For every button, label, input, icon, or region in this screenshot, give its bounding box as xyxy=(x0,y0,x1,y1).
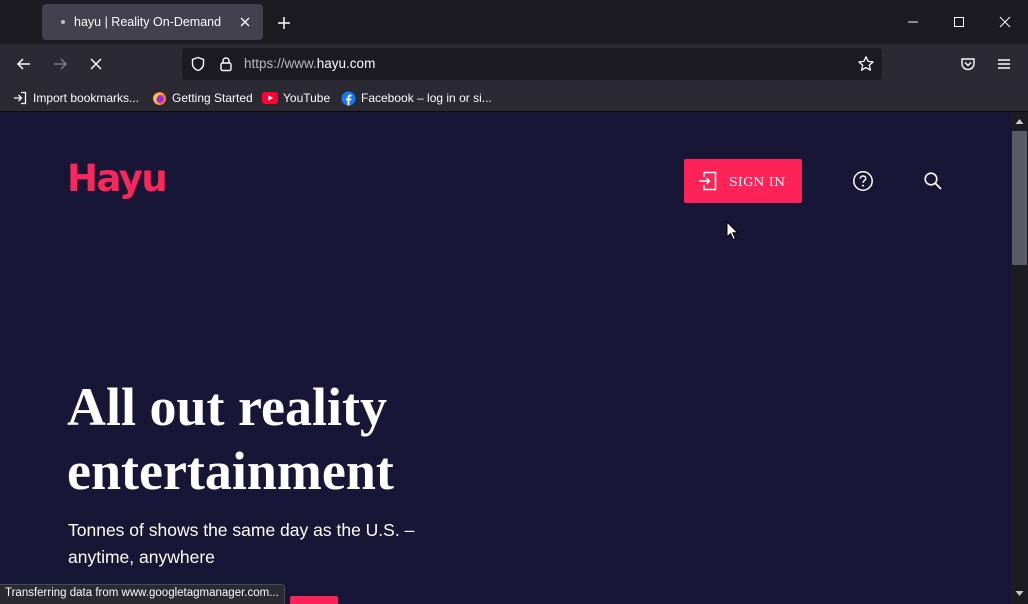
maximize-button[interactable] xyxy=(936,0,982,44)
lock-icon[interactable] xyxy=(216,54,236,74)
scroll-down-arrow-icon[interactable] xyxy=(1015,589,1024,598)
cta-button-partial[interactable] xyxy=(290,596,338,604)
help-button[interactable] xyxy=(851,169,875,193)
tab-title: hayu | Reality On-Demand xyxy=(74,15,222,29)
back-button[interactable] xyxy=(10,50,38,78)
bookmark-getting-started[interactable]: Getting Started xyxy=(151,89,253,107)
bookmark-label: YouTube xyxy=(283,91,331,105)
youtube-icon xyxy=(262,90,278,106)
bookmark-star-icon[interactable] xyxy=(856,54,876,74)
new-tab-button[interactable] xyxy=(273,12,295,34)
pocket-button[interactable] xyxy=(954,50,982,78)
forward-button[interactable] xyxy=(46,50,74,78)
page-scrollbar[interactable] xyxy=(1011,113,1028,604)
forward-arrow-icon xyxy=(54,58,68,70)
url-bar[interactable]: https://www.hayu.com xyxy=(182,48,882,80)
url-domain: hayu.com xyxy=(316,56,376,71)
page-viewport: Hayu SIGN IN All out reality entertainme… xyxy=(0,113,1011,604)
hero-subtitle-line-2: anytime, anywhere xyxy=(68,547,215,567)
search-icon xyxy=(924,172,942,190)
minimize-icon xyxy=(908,21,918,23)
bookmarks-toolbar: Import bookmarks... Getting Started YouT… xyxy=(0,84,1028,112)
import-icon xyxy=(12,90,28,106)
maximize-icon xyxy=(954,17,964,27)
bookmark-label: Getting Started xyxy=(172,91,253,105)
hero-title-line-2: entertainment xyxy=(67,441,394,501)
scrollbar-thumb[interactable] xyxy=(1012,131,1027,265)
minimize-button[interactable] xyxy=(890,0,936,44)
bookmark-youtube[interactable]: YouTube xyxy=(262,89,330,107)
bookmark-label: Facebook – log in or si... xyxy=(361,91,492,105)
close-window-button[interactable] xyxy=(982,0,1028,44)
firefox-icon xyxy=(151,90,167,106)
sign-in-button[interactable]: SIGN IN xyxy=(684,159,802,203)
close-icon xyxy=(999,16,1011,28)
sign-in-label: SIGN IN xyxy=(729,173,786,189)
stop-icon xyxy=(90,58,102,70)
mouse-cursor-icon xyxy=(726,221,739,241)
hamburger-menu-icon xyxy=(998,59,1010,69)
navigation-toolbar: https://www.hayu.com xyxy=(0,44,1028,84)
help-question-icon xyxy=(853,171,873,191)
plus-icon xyxy=(278,17,290,29)
tracking-protection-shield-icon[interactable] xyxy=(188,54,208,74)
scroll-up-arrow-icon[interactable] xyxy=(1015,117,1024,126)
tab-close-icon[interactable] xyxy=(235,12,255,32)
pocket-icon xyxy=(961,58,975,71)
url-text[interactable]: https://www.hayu.com xyxy=(244,56,375,71)
hero-subtitle-line-1: Tonnes of shows the same day as the U.S.… xyxy=(68,520,415,540)
hayu-logo[interactable]: Hayu xyxy=(67,157,168,200)
back-arrow-icon xyxy=(16,58,30,70)
bookmark-facebook[interactable]: Facebook – log in or si... xyxy=(340,89,492,107)
browser-tab[interactable]: hayu | Reality On-Demand xyxy=(42,4,263,40)
bookmark-import[interactable]: Import bookmarks... xyxy=(12,89,139,107)
status-bar: Transferring data from www.googletagmana… xyxy=(0,584,285,604)
hero-subtitle: Tonnes of shows the same day as the U.S.… xyxy=(68,517,468,571)
hero-title: All out reality entertainment xyxy=(67,375,587,503)
tab-loading-icon xyxy=(61,20,65,24)
facebook-icon xyxy=(340,90,356,106)
url-prefix: https://www. xyxy=(244,56,317,71)
app-menu-button[interactable] xyxy=(990,50,1018,78)
bookmark-label: Import bookmarks... xyxy=(33,91,140,105)
sign-in-icon xyxy=(696,169,720,193)
tab-strip: hayu | Reality On-Demand xyxy=(0,0,1028,44)
hero-title-line-1: All out reality xyxy=(67,377,387,437)
stop-button[interactable] xyxy=(82,50,110,78)
search-button[interactable] xyxy=(921,169,945,193)
